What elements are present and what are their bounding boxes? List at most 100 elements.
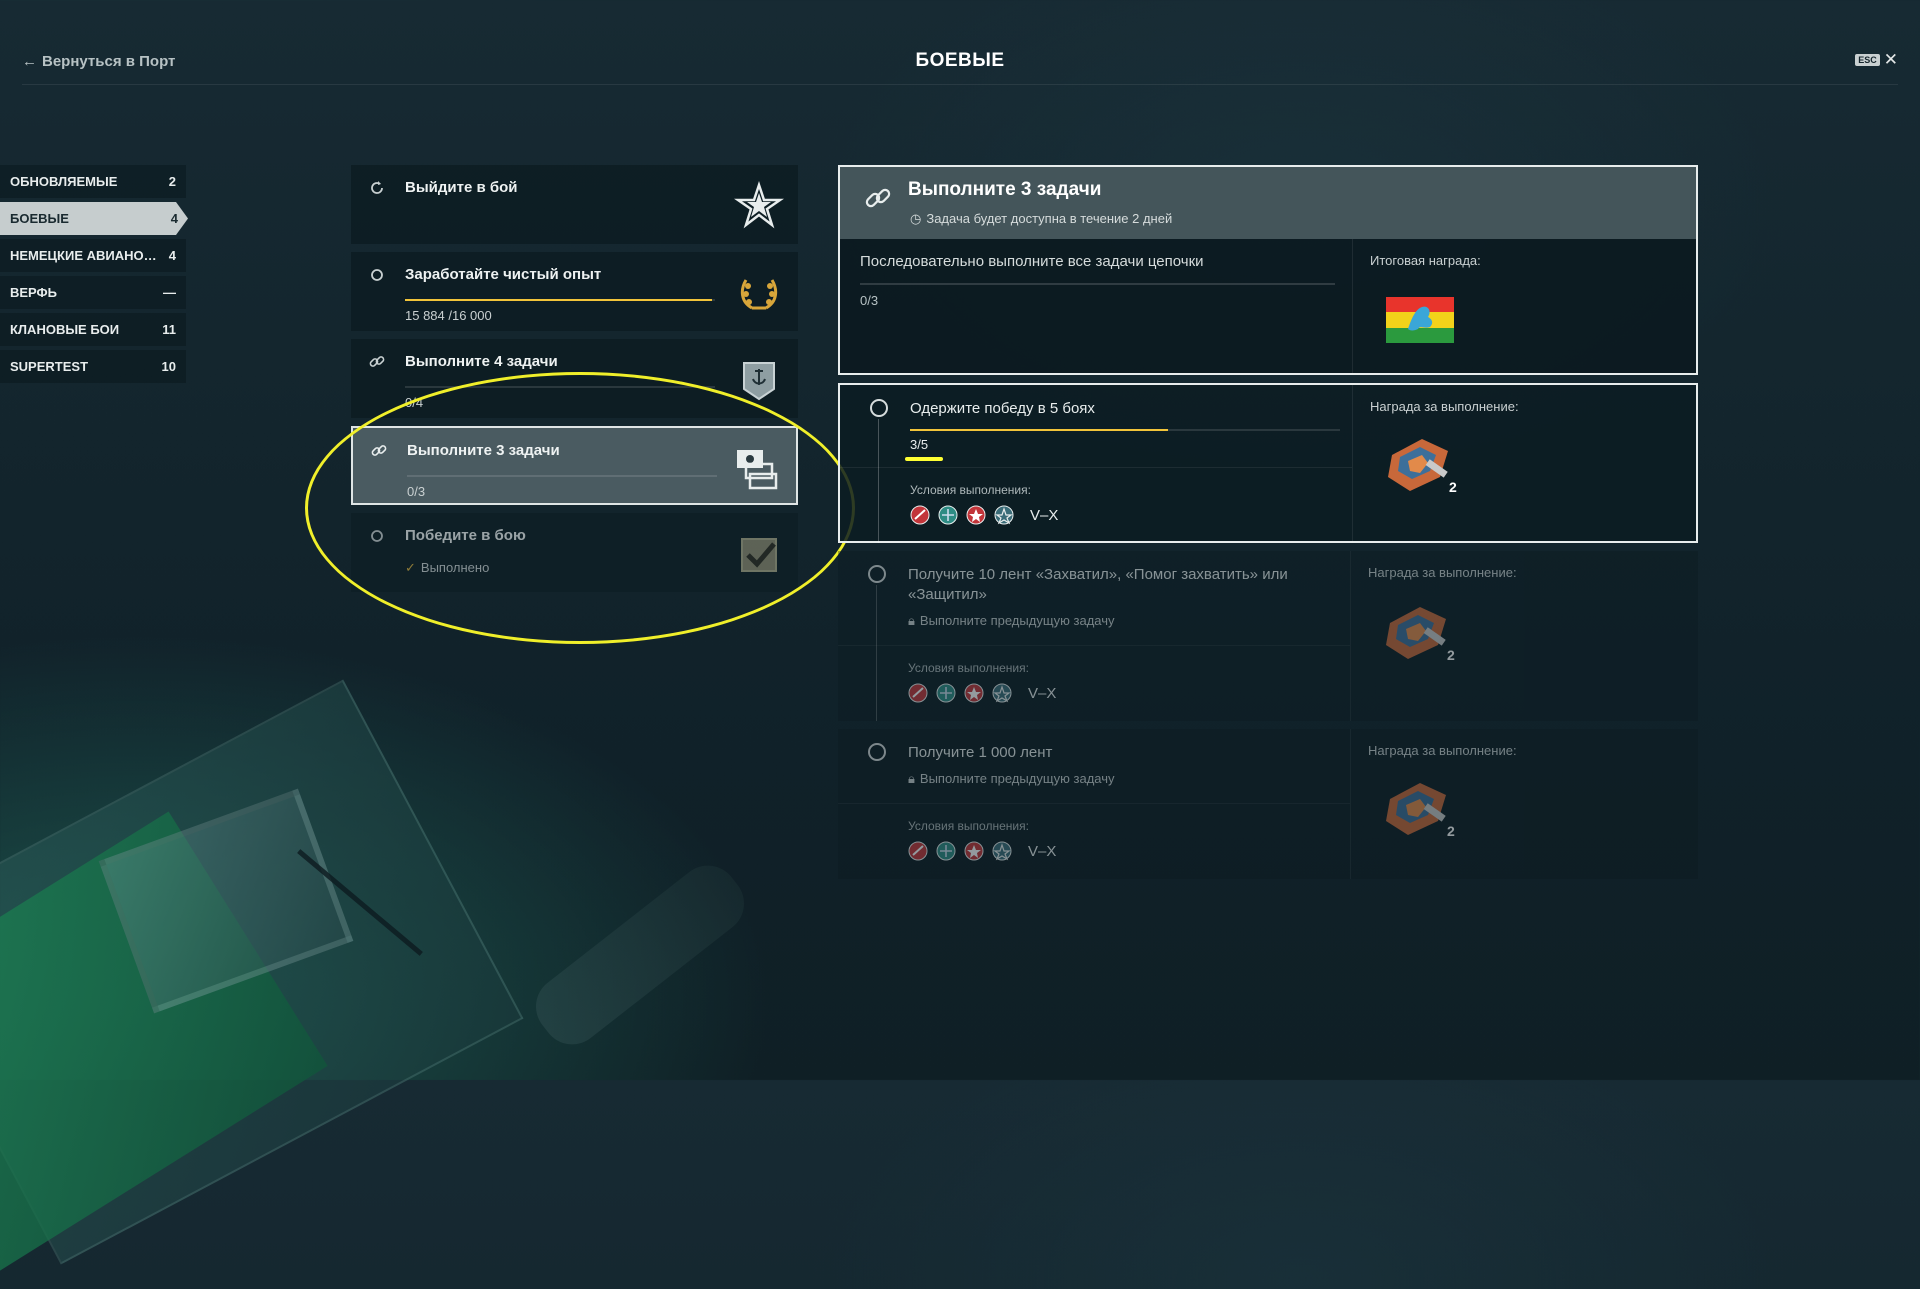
task-progress-bar: [405, 386, 715, 388]
category-count: 4: [170, 211, 178, 226]
close-icon: ✕: [1883, 50, 1898, 69]
locked-notice: 🔒︎ Выполните предыдущую задачу: [908, 613, 1115, 629]
task-progress-bar: [405, 299, 715, 301]
subtask-card-locked[interactable]: Получите 10 лент «Захватил», «Помог захв…: [838, 551, 1698, 721]
task-title: Победите в бою: [405, 527, 526, 544]
category-label: НЕМЕЦКИЕ АВИАНО…: [10, 248, 157, 263]
category-label: ВЕРФЬ: [10, 285, 57, 300]
chain-header: Выполните 3 задачи ◷ Задача будет доступн…: [840, 167, 1696, 239]
background-pen-decoration: [297, 849, 423, 956]
chain-availability: ◷ Задача будет доступна в течение 2 дней: [910, 211, 1172, 227]
category-count: —: [163, 285, 176, 300]
locked-notice-text: Выполните предыдущую задачу: [919, 613, 1115, 628]
category-item-german-carriers[interactable]: НЕМЕЦКИЕ АВИАНО… 4: [0, 239, 186, 272]
section-divider: [838, 645, 1350, 646]
subtask-title: Одержите победу в 5 боях: [910, 400, 1095, 417]
category-item-clan-battles[interactable]: КЛАНОВЫЕ БОИ 11: [0, 313, 186, 346]
subtask-title: Получите 1 000 лент: [908, 744, 1053, 761]
conditions-label: Условия выполнения:: [908, 661, 1029, 675]
subtask-progress-text: 3/5: [910, 437, 929, 452]
aircraft-carrier-class-icon: [992, 683, 1012, 703]
battleship-class-icon: [966, 505, 986, 525]
lock-icon: 🔒︎: [908, 771, 915, 786]
refresh-icon: [371, 181, 383, 194]
chain-summary-card: Выполните 3 задачи ◷ Задача будет доступн…: [838, 165, 1698, 375]
section-divider: [840, 467, 1352, 468]
check-icon: ✓: [405, 560, 416, 575]
task-progress-text: 15 884 /16 000: [405, 308, 492, 323]
radio-icon: [868, 565, 886, 583]
category-item-combat[interactable]: БОЕВЫЕ 4: [0, 202, 188, 235]
task-title: Выполните 4 задачи: [405, 353, 558, 370]
conditions-label: Условия выполнения:: [910, 483, 1031, 497]
reward-count: 2: [1447, 647, 1455, 663]
reward-label: Награда за выполнение:: [1370, 399, 1519, 414]
subtask-card-active[interactable]: Одержите победу в 5 боях 3/5 Условия вып…: [838, 383, 1698, 543]
background-folder-decoration: [0, 811, 328, 1289]
task-progress-bar: [407, 475, 717, 477]
category-item-shipyard[interactable]: ВЕРФЬ —: [0, 276, 186, 309]
category-label: ОБНОВЛЯЕМЫЕ: [10, 174, 118, 189]
task-title: Заработайте чистый опыт: [405, 266, 602, 283]
chain-description: Последовательно выполните все задачи цеп…: [860, 253, 1204, 270]
destroyer-class-icon: [908, 683, 928, 703]
column-divider: [1350, 551, 1351, 721]
task-card-completed[interactable]: Победите в бою ✓ Выполнено: [351, 513, 798, 592]
link-icon: [371, 445, 387, 456]
category-list: ОБНОВЛЯЕМЫЕ 2 БОЕВЫЕ 4 НЕМЕЦКИЕ АВИАНО… …: [0, 165, 188, 387]
close-button[interactable]: ESC ✕: [1855, 50, 1898, 69]
category-count: 2: [168, 174, 176, 189]
column-divider: [1352, 239, 1353, 373]
page-title: БОЕВЫЕ: [915, 50, 1005, 71]
clock-icon: ◷: [910, 211, 922, 226]
destroyer-class-icon: [908, 841, 928, 861]
link-icon: [369, 356, 385, 367]
locked-notice: 🔒︎ Выполните предыдущую задачу: [908, 771, 1115, 787]
task-card[interactable]: Выполните 4 задачи 0/4: [351, 339, 798, 418]
category-count: 11: [162, 322, 176, 337]
chain-availability-text: Задача будет доступна в течение 2 дней: [926, 211, 1173, 226]
subtask-card-locked[interactable]: Получите 1 000 лент 🔒︎ Выполните предыдущ…: [838, 729, 1698, 879]
reward-label: Награда за выполнение:: [1368, 565, 1517, 580]
containers-icon: [737, 450, 778, 490]
reward-count: 2: [1447, 823, 1455, 839]
reward-label: Награда за выполнение:: [1368, 743, 1517, 758]
task-card-selected[interactable]: Выполните 3 задачи 0/3: [351, 426, 798, 505]
category-count: 4: [168, 248, 176, 263]
subtask-progress-bar: [910, 429, 1340, 431]
locked-notice-text: Выполните предыдущую задачу: [919, 771, 1115, 786]
task-status: ✓ Выполнено: [405, 560, 489, 576]
subtask-title: Получите 10 лент «Захватил», «Помог захв…: [908, 566, 1288, 603]
chain-title: Выполните 3 задачи: [908, 179, 1102, 200]
aircraft-carrier-class-icon: [992, 841, 1012, 861]
final-reward-label: Итоговая награда:: [1370, 253, 1481, 268]
section-divider: [838, 803, 1350, 804]
conditions-label: Условия выполнения:: [908, 819, 1029, 833]
task-card[interactable]: Выйдите в бой: [351, 165, 798, 244]
signal-flag-reward-icon[interactable]: [1386, 297, 1454, 343]
cruiser-class-icon: [936, 683, 956, 703]
lock-icon: 🔒︎: [908, 613, 915, 628]
aircraft-carrier-class-icon: [994, 505, 1014, 525]
radio-icon: [371, 269, 383, 281]
background-map-decoration: [0, 679, 524, 1265]
task-progress-text: 0/3: [407, 484, 426, 499]
chain-body: Последовательно выполните все задачи цеп…: [840, 239, 1696, 373]
category-item-supertest[interactable]: SUPERTEST 10: [0, 350, 186, 383]
task-detail-panel: Выполните 3 задачи ◷ Задача будет доступн…: [838, 165, 1698, 879]
category-label: SUPERTEST: [10, 359, 89, 374]
task-title: Выйдите в бой: [405, 179, 518, 196]
column-divider: [1350, 729, 1351, 879]
chain-progress-text: 0/3: [860, 293, 879, 308]
task-card[interactable]: Заработайте чистый опыт 15 884 /16 000: [351, 252, 798, 331]
ship-class-conditions: V–X: [908, 683, 1056, 703]
background-photo-decoration: [98, 788, 354, 1014]
star-icon: [734, 181, 784, 229]
chain-progress-bar: [860, 283, 1335, 285]
task-status-text: Выполнено: [420, 560, 490, 575]
link-icon: [865, 188, 891, 208]
category-label: КЛАНОВЫЕ БОИ: [10, 322, 120, 337]
esc-key-badge: ESC: [1855, 54, 1880, 66]
anchor-badge-icon: [743, 362, 775, 401]
category-item-updatable[interactable]: ОБНОВЛЯЕМЫЕ 2: [0, 165, 186, 198]
